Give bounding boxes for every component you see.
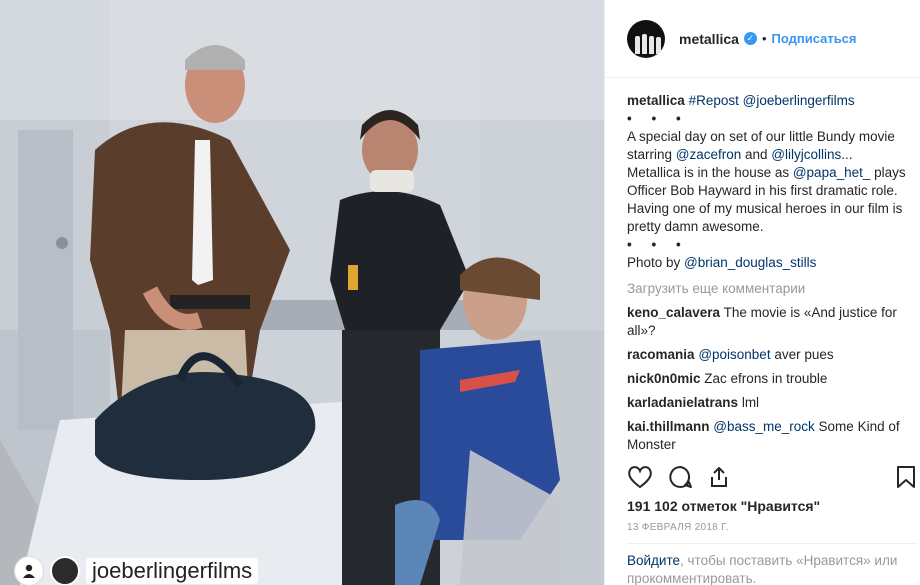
comment-text: Zac efrons in trouble: [700, 371, 828, 386]
comment-username[interactable]: racomania: [627, 347, 695, 362]
mention-zacefron[interactable]: @zacefron: [676, 147, 741, 162]
repost-mention[interactable]: @joeberlingerfilms: [743, 93, 855, 108]
photo-credit: Photo by @brian_douglas_stills: [627, 254, 906, 272]
repost-hashtag[interactable]: #Repost: [689, 93, 739, 108]
post-photo[interactable]: joeberlingerfilms: [0, 0, 604, 585]
comment-username[interactable]: kai.thillmann: [627, 419, 710, 434]
header-username[interactable]: metallica: [679, 31, 739, 47]
mention-papa-het[interactable]: @papa_het_: [793, 165, 871, 180]
repost-overlay: joeberlingerfilms: [14, 556, 259, 585]
comments-section: metallica #Repost @joeberlingerfilms • •…: [605, 78, 920, 458]
mention-photographer[interactable]: @brian_douglas_stills: [684, 255, 816, 270]
overlay-avatar: [50, 556, 80, 585]
comment-text: aver pues: [770, 347, 834, 362]
comment-username[interactable]: nick0n0mic: [627, 371, 701, 386]
overlay-handle: joeberlingerfilms: [86, 558, 259, 584]
heart-icon[interactable]: [627, 465, 653, 492]
avatar[interactable]: [627, 19, 665, 58]
comment-item: kai.thillmann @bass_me_rock Some Kind of…: [627, 418, 906, 454]
share-icon[interactable]: [707, 465, 731, 492]
separator-dot: •: [761, 31, 767, 46]
bookmark-icon[interactable]: [895, 465, 917, 492]
post-date: 13 ФЕВРАЛЯ 2018 Г.: [627, 522, 729, 533]
mention-lilyjcollins[interactable]: @lilyjcollins: [771, 147, 841, 162]
post-header: metallica ✓ • Подписаться: [605, 0, 920, 78]
comment-mention[interactable]: @poisonbet: [698, 347, 770, 362]
likes-count[interactable]: 191 102 отметок "Нравится": [627, 498, 820, 514]
caption-text: and: [741, 147, 772, 162]
photo-scene: [0, 0, 604, 585]
comment-item: karladanielatrans lml: [627, 394, 906, 412]
caption-body: A special day on set of our little Bundy…: [627, 128, 906, 236]
caption: metallica #Repost @joeberlingerfilms • •…: [627, 92, 906, 272]
login-link[interactable]: Войдите: [627, 553, 680, 568]
comment-item: keno_calavera The movie is «And justice …: [627, 304, 906, 340]
comment-item: racomania @poisonbet aver pues: [627, 346, 906, 364]
load-more-comments[interactable]: Загрузить еще комментарии: [627, 280, 906, 298]
action-bar: [627, 464, 917, 492]
comment-text: lml: [738, 395, 760, 410]
person-icon: [14, 556, 44, 585]
comment-icon[interactable]: [667, 465, 693, 492]
follow-button[interactable]: Подписаться: [772, 31, 857, 46]
post-sidebar: metallica ✓ • Подписаться metallica #Rep…: [604, 0, 920, 585]
comment-username[interactable]: karladanielatrans: [627, 395, 738, 410]
comment-item: nick0n0mic Zac efrons in trouble: [627, 370, 906, 388]
login-prompt: Войдите, чтобы поставить «Нравится» или …: [627, 552, 917, 585]
divider: [627, 543, 917, 544]
credit-text: Photo by: [627, 255, 685, 270]
caption-bullets: • • •: [627, 111, 689, 126]
caption-username[interactable]: metallica: [627, 93, 685, 108]
comment-username[interactable]: keno_calavera: [627, 305, 720, 320]
caption-bullets-2: • • •: [627, 237, 689, 252]
instagram-post: joeberlingerfilms metallica ✓ • Подписат…: [0, 0, 920, 585]
comment-mention[interactable]: @bass_me_rock: [713, 419, 815, 434]
verified-icon: ✓: [743, 32, 757, 45]
